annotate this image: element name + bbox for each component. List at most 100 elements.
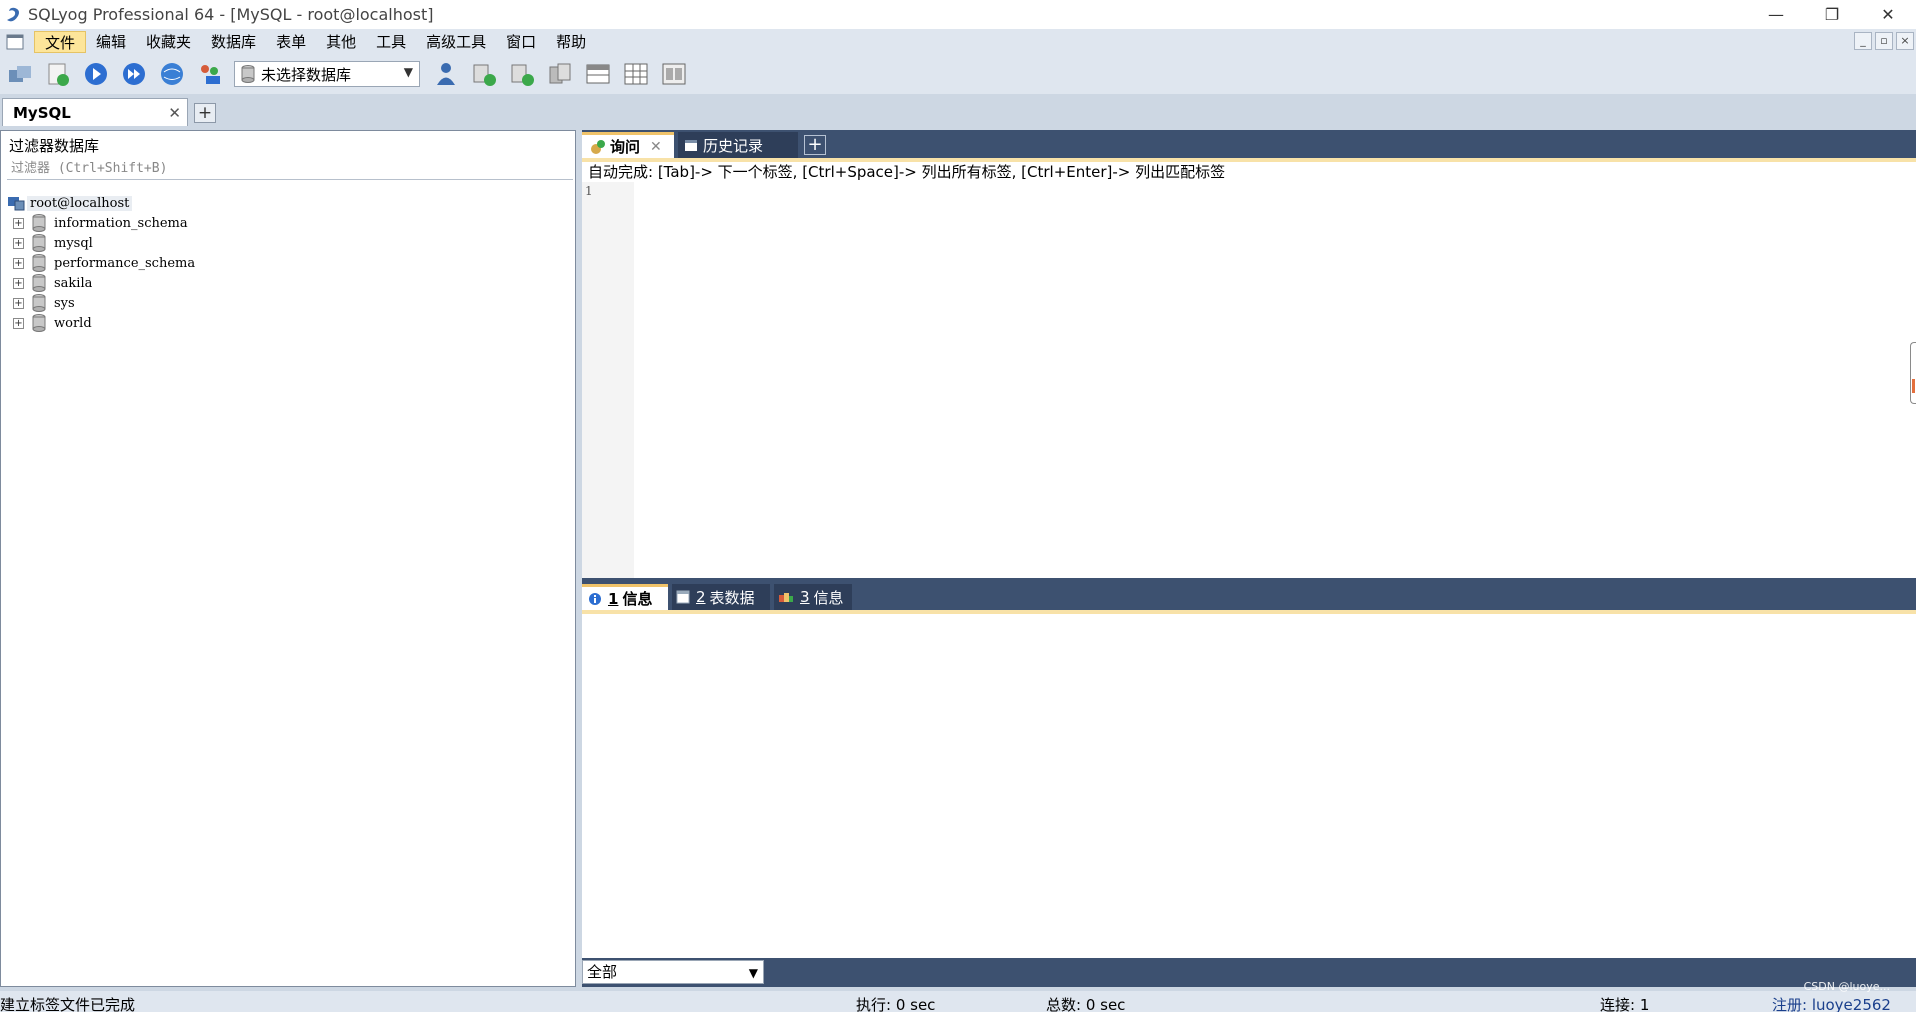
close-button[interactable]: ✕ bbox=[1860, 0, 1916, 29]
schema-button[interactable] bbox=[658, 58, 690, 90]
tab-info-number: 3 bbox=[800, 588, 810, 606]
database-icon bbox=[32, 314, 46, 332]
mdi-restore-button[interactable]: ▫ bbox=[1875, 32, 1893, 50]
schema-designer-button[interactable] bbox=[194, 58, 226, 90]
database-icon bbox=[241, 65, 255, 83]
status-connections: 连接: 1 bbox=[1600, 996, 1650, 1012]
menu-file[interactable]: 文件 bbox=[34, 30, 87, 53]
tab-history[interactable]: 历史记录 bbox=[678, 132, 798, 158]
tab-messages-label: 信息 bbox=[622, 590, 653, 608]
menu-table[interactable]: 表单 bbox=[266, 31, 316, 53]
menu-database[interactable]: 数据库 bbox=[201, 31, 266, 53]
tree-item-label: mysql bbox=[54, 235, 93, 251]
table-icon bbox=[676, 590, 690, 604]
connection-icon bbox=[9, 66, 31, 82]
add-query-tab-button[interactable]: + bbox=[804, 135, 826, 155]
user-icon bbox=[437, 63, 455, 85]
execute-all-button[interactable] bbox=[118, 58, 150, 90]
fast-forward-icon bbox=[123, 63, 145, 85]
close-icon[interactable]: ✕ bbox=[168, 104, 181, 122]
filter-input[interactable] bbox=[7, 158, 573, 180]
database-add-icon bbox=[473, 64, 496, 86]
tab-query[interactable]: 询问 ✕ bbox=[582, 132, 674, 158]
database-tree: root@localhost + information_schema + my… bbox=[7, 193, 195, 333]
sqlyog-logo-icon bbox=[7, 7, 19, 21]
result-tab-strip: 1 信息 2 表数据 3 信息 bbox=[582, 582, 1916, 610]
expand-icon[interactable]: + bbox=[13, 257, 24, 269]
backup-button[interactable] bbox=[544, 58, 576, 90]
database-icon bbox=[32, 234, 46, 252]
tab-table-data[interactable]: 2 表数据 bbox=[672, 584, 770, 610]
line-number: 1 bbox=[585, 184, 593, 198]
new-query-button[interactable] bbox=[42, 58, 74, 90]
refresh-button[interactable] bbox=[156, 58, 188, 90]
database-icon bbox=[32, 254, 46, 272]
menu-other[interactable]: 其他 bbox=[316, 31, 366, 53]
restore-button[interactable]: ❐ bbox=[1804, 0, 1860, 29]
result-filter-select[interactable]: 全部 ▼ bbox=[582, 960, 764, 984]
expand-icon[interactable]: + bbox=[13, 217, 24, 229]
tab-table-data-label: 表数据 bbox=[709, 588, 755, 607]
results-footer: 全部 ▼ bbox=[582, 958, 1916, 987]
autocomplete-hint: 自动完成: [Tab]-> 下一个标签, [Ctrl+Space]-> 列出所有… bbox=[582, 162, 1916, 182]
database-backup-icon bbox=[549, 63, 571, 84]
close-icon[interactable]: ✕ bbox=[650, 139, 662, 155]
tree-item-information-schema[interactable]: + information_schema bbox=[7, 213, 195, 233]
export-button[interactable] bbox=[506, 58, 538, 90]
grid-button[interactable] bbox=[620, 58, 652, 90]
tab-info-label: 信息 bbox=[813, 588, 844, 607]
expand-icon[interactable]: + bbox=[13, 237, 24, 249]
query-tab-icon bbox=[591, 139, 605, 154]
tree-item-label: performance_schema bbox=[54, 255, 196, 271]
play-icon bbox=[85, 63, 107, 85]
mdi-minimize-button[interactable]: _ bbox=[1854, 32, 1872, 50]
object-browser: 过滤器数据库 root@localhost + information_sche… bbox=[0, 130, 576, 987]
tree-item-sakila[interactable]: + sakila bbox=[7, 273, 195, 293]
tree-item-label: sakila bbox=[54, 275, 93, 291]
status-exec-time: 执行: 0 sec bbox=[856, 996, 936, 1012]
calendar-icon bbox=[685, 140, 697, 151]
tree-item-mysql[interactable]: + mysql bbox=[7, 233, 195, 253]
tree-item-label: world bbox=[54, 315, 92, 331]
tree-item-world[interactable]: + world bbox=[7, 313, 195, 333]
tab-messages[interactable]: 1 信息 bbox=[582, 584, 668, 610]
tab-mysql-connection[interactable]: MySQL ✕ bbox=[2, 98, 188, 126]
menu-window[interactable]: 窗口 bbox=[496, 31, 546, 53]
table-button[interactable] bbox=[582, 58, 614, 90]
info-blocks-icon bbox=[779, 593, 793, 602]
menu-help[interactable]: 帮助 bbox=[546, 31, 596, 53]
editor-scroll-indicator[interactable] bbox=[1910, 342, 1916, 404]
result-filter-value: 全部 bbox=[587, 963, 618, 981]
user-manager-button[interactable] bbox=[430, 58, 462, 90]
menu-advanced-tools[interactable]: 高级工具 bbox=[416, 31, 496, 53]
mdi-window-icon[interactable] bbox=[4, 32, 26, 52]
expand-icon[interactable]: + bbox=[13, 297, 24, 309]
expand-icon[interactable]: + bbox=[13, 317, 24, 329]
users-icon bbox=[201, 65, 220, 84]
sql-editor[interactable]: 1 bbox=[582, 182, 1916, 578]
execute-query-button[interactable] bbox=[80, 58, 112, 90]
add-connection-tab-button[interactable]: + bbox=[194, 103, 216, 123]
menu-edit[interactable]: 编辑 bbox=[86, 31, 136, 53]
tree-item-performance-schema[interactable]: + performance_schema bbox=[7, 253, 195, 273]
expand-icon[interactable]: + bbox=[13, 277, 24, 289]
query-tab-strip: 询问 ✕ 历史记录 + bbox=[582, 130, 1916, 158]
minimize-button[interactable]: — bbox=[1748, 0, 1804, 29]
mdi-close-button[interactable]: × bbox=[1896, 32, 1914, 50]
tree-item-label: sys bbox=[54, 295, 75, 311]
new-connection-button[interactable] bbox=[4, 58, 36, 90]
new-query-icon bbox=[48, 63, 69, 86]
database-select[interactable]: 未选择数据库 ▼ bbox=[234, 61, 420, 87]
status-register[interactable]: 注册: luoye2562 bbox=[1772, 994, 1891, 1012]
tab-messages-number: 1 bbox=[608, 589, 619, 608]
title-bar: SQLyog Professional 64 - [MySQL - root@l… bbox=[0, 0, 1916, 29]
menu-tools[interactable]: 工具 bbox=[366, 31, 416, 53]
database-icon bbox=[32, 214, 46, 232]
menu-favorites[interactable]: 收藏夹 bbox=[136, 31, 201, 53]
tree-root[interactable]: root@localhost bbox=[7, 193, 195, 213]
tab-info[interactable]: 3 信息 bbox=[774, 584, 852, 610]
chevron-down-icon: ▼ bbox=[748, 966, 758, 980]
database-select-value: 未选择数据库 bbox=[261, 65, 352, 84]
import-button[interactable] bbox=[468, 58, 500, 90]
tree-item-sys[interactable]: + sys bbox=[7, 293, 195, 313]
